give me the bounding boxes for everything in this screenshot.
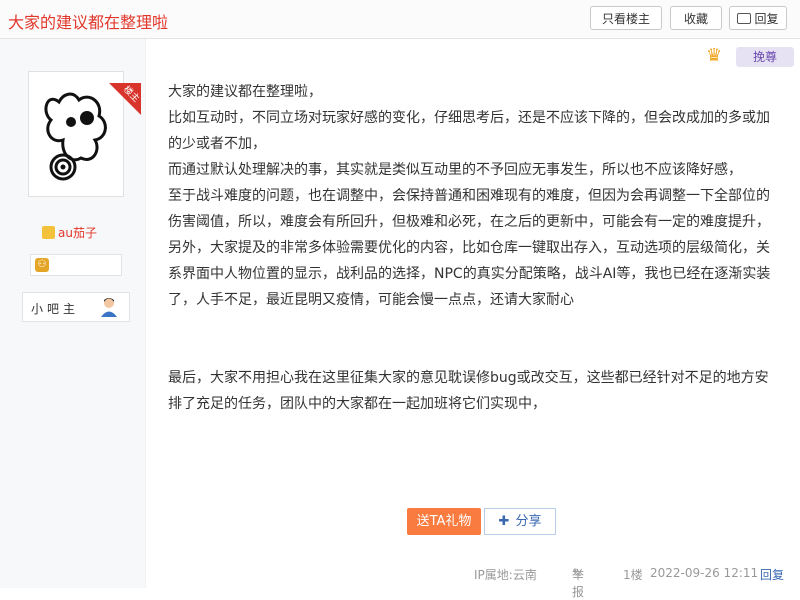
post-meta: IP属地:云南 ✎ 举报 1楼 2022-09-26 12:11 回复 bbox=[0, 566, 800, 599]
share-button[interactable]: ✚ 分享 bbox=[484, 508, 556, 535]
floor-number: 1楼 bbox=[623, 568, 643, 582]
author-name[interactable]: au茄子 bbox=[42, 224, 97, 241]
post-paragraph: 最后，大家不用担心我在这里征集大家的意见耽误修bug或改交互，这些都已经针对不足… bbox=[168, 370, 769, 412]
thread-title: 大家的建议都在整理啦 bbox=[8, 13, 169, 32]
thread-header: 大家的建议都在整理啦 只看楼主 收藏 回复 bbox=[0, 0, 800, 39]
reply-link[interactable]: 回复 bbox=[760, 566, 784, 583]
stone-button[interactable]: 挽尊 bbox=[736, 47, 794, 67]
post-paragraph: 另外，大家提及的非常多体验需要优化的内容，比如仓库一键取出存入，互动选项的层级简… bbox=[168, 240, 771, 308]
send-gift-button[interactable]: 送TA礼物 bbox=[407, 508, 481, 535]
post-paragraph: 而通过默认处理解决的事，其实就是类似互动里的不予回应无事发生，所以也不应该降好感… bbox=[168, 162, 742, 178]
role-badge: 小吧主 bbox=[22, 292, 130, 322]
reply-button-label: 回复 bbox=[754, 12, 779, 26]
level-icon: ⚇ bbox=[35, 258, 49, 272]
post-paragraph: 大家的建议都在整理啦， bbox=[168, 84, 322, 100]
moderator-icon bbox=[101, 298, 117, 317]
op-ribbon: 楼主 bbox=[109, 83, 141, 115]
share-label: 分享 bbox=[515, 514, 542, 529]
ip-location: IP属地:云南 bbox=[474, 568, 537, 582]
report-label: 举报 bbox=[572, 568, 585, 599]
reply-icon bbox=[737, 13, 752, 24]
post-content: 大家的建议都在整理啦， 比如互动时，不同立场对玩家好感的变化，仔细思考后，还是不… bbox=[168, 79, 778, 417]
post-timestamp: 2022-09-26 12:11 bbox=[650, 566, 759, 580]
favorite-button[interactable]: 收藏 bbox=[670, 6, 722, 30]
author-name-text: au茄子 bbox=[58, 226, 97, 240]
post-paragraph: 至于战斗难度的问题，也在调整中，会保持普通和困难现有的难度，但因为会再调整一下全… bbox=[168, 188, 770, 230]
vip-icon bbox=[42, 226, 55, 239]
post-paragraph: 比如互动时，不同立场对玩家好感的变化，仔细思考后，还是不应该下降的，但会改成加的… bbox=[168, 110, 770, 152]
reply-button[interactable]: 回复 bbox=[729, 6, 787, 30]
decoration: ♛ 挽尊 bbox=[706, 45, 796, 71]
only-op-button[interactable]: 只看楼主 bbox=[590, 6, 662, 30]
role-text: 小吧主 bbox=[31, 302, 80, 316]
level-badge: ⚇ bbox=[30, 254, 122, 276]
crown-icon: ♛ bbox=[706, 45, 723, 66]
share-icon: ✚ bbox=[498, 514, 510, 529]
author-sidebar: 楼主 au茄子 ⚇ 小吧主 bbox=[0, 39, 146, 588]
